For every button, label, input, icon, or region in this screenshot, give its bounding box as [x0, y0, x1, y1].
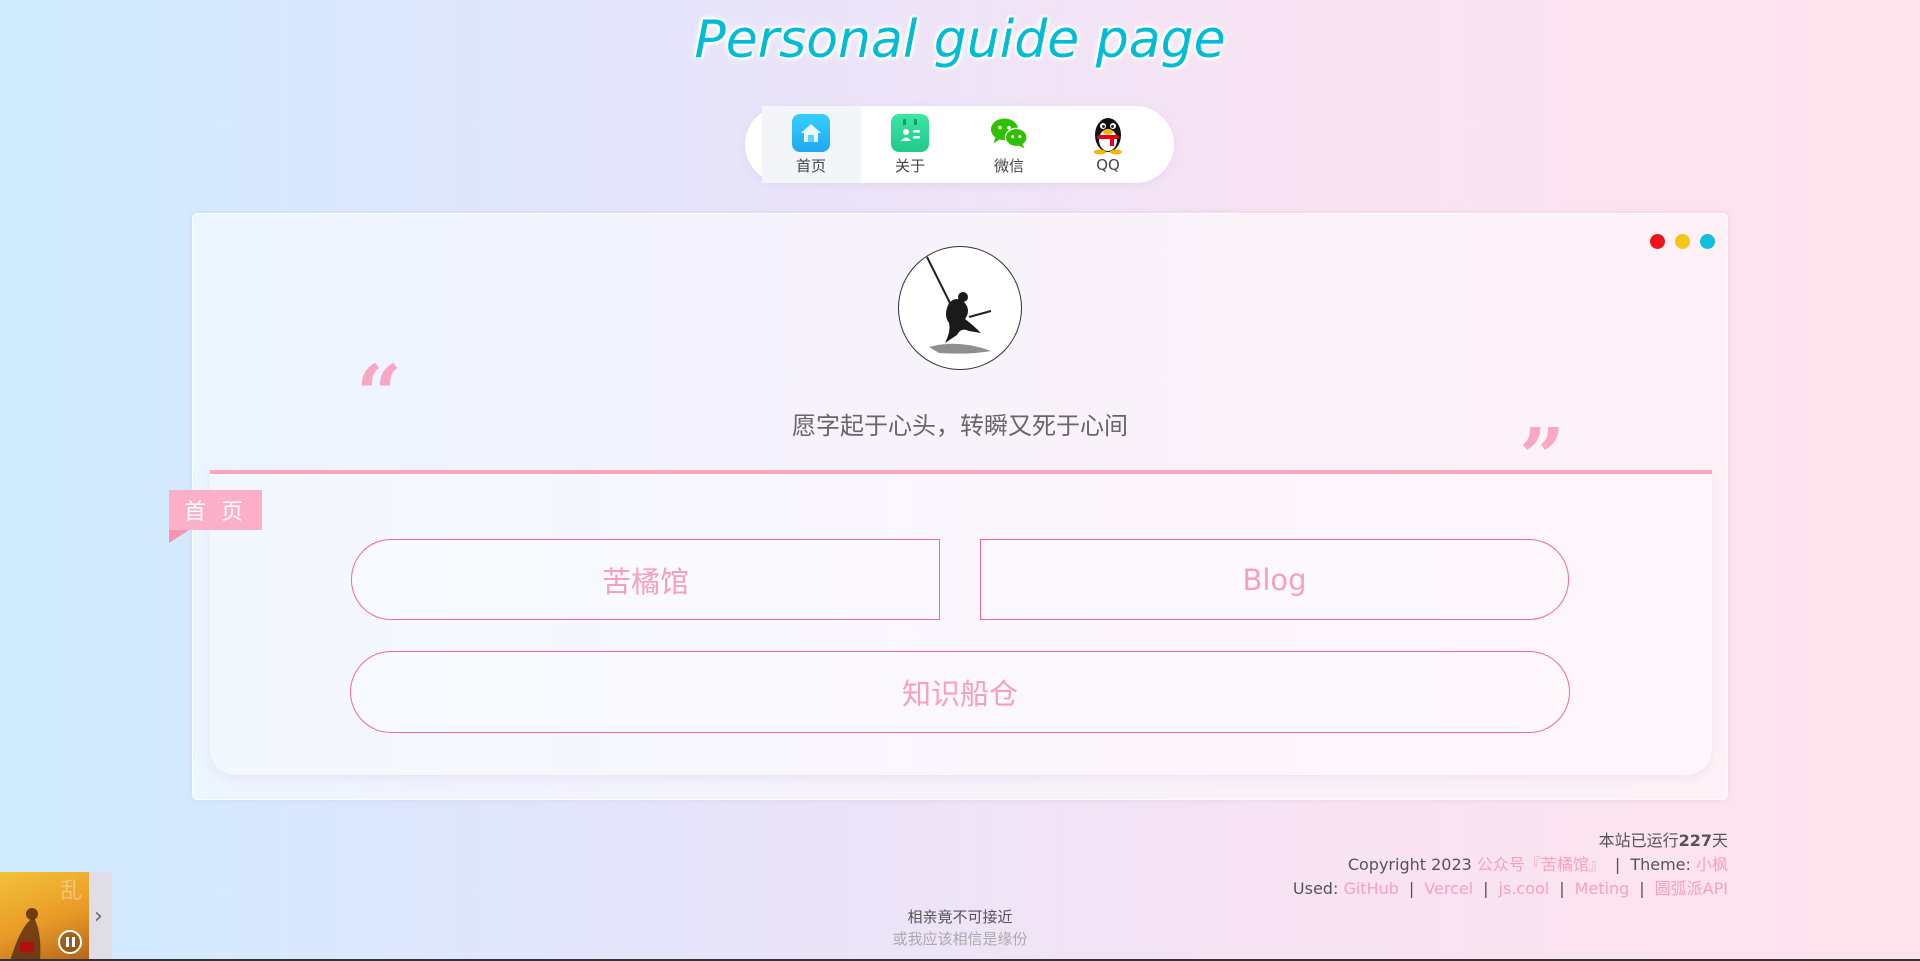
separator: |: [1559, 879, 1565, 898]
lyric-next: 或我应该相信是缘份: [892, 930, 1028, 948]
runtime-line: 本站已运行227天: [1599, 827, 1728, 851]
separator: |: [1483, 879, 1489, 898]
home-icon: [792, 113, 830, 152]
link-button-blog[interactable]: Blog: [980, 539, 1569, 620]
runtime-prefix: 本站已运行: [1598, 831, 1679, 850]
nav-label-qq: QQ: [1096, 156, 1120, 174]
link-button-knowledge[interactable]: 知识船仓: [350, 651, 1570, 733]
copyright-line: Copyright 2023 公众号『苦橘馆』 | Theme: 小枫: [1348, 851, 1728, 875]
runtime-days: 227: [1678, 831, 1712, 850]
page-title: Personal guide page: [694, 10, 1226, 70]
motto-text: 愿字起于心头，转瞬又死于心间: [792, 412, 1128, 440]
runtime-suffix: 天: [1711, 831, 1728, 850]
dot-red: [1650, 234, 1665, 249]
used-link-meting[interactable]: Meting: [1575, 879, 1630, 898]
used-link-jscool[interactable]: js.cool: [1499, 879, 1550, 898]
used-link-api[interactable]: 圆弧派API: [1655, 879, 1728, 898]
nav-item-home[interactable]: 首页: [761, 106, 861, 183]
nav-label-about: 关于: [894, 156, 925, 175]
wechat-icon: [990, 114, 1028, 152]
theme-link[interactable]: 小枫: [1696, 855, 1728, 874]
top-nav: 首页 关于 微信 QQ: [745, 106, 1174, 183]
chevron-right-icon[interactable]: ›: [94, 904, 103, 929]
window-dots: [1650, 234, 1715, 249]
calendar-profile-icon: [891, 113, 929, 152]
separator: |: [1639, 879, 1645, 898]
avatar[interactable]: [898, 246, 1022, 370]
used-label: Used:: [1292, 879, 1339, 898]
music-player: 乱 ›: [0, 872, 112, 961]
nav-item-wechat[interactable]: 微信: [960, 106, 1059, 183]
theme-label: Theme:: [1630, 855, 1691, 874]
dot-yellow: [1675, 234, 1690, 249]
link-button-kujuguan[interactable]: 苦橘馆: [351, 539, 940, 620]
used-link-github[interactable]: GitHub: [1343, 879, 1398, 898]
nav-item-qq[interactable]: QQ: [1059, 106, 1158, 183]
section-ribbon: 首 页: [169, 490, 262, 543]
lyric-current: 相亲竟不可接近: [907, 908, 1013, 926]
separator: |: [1614, 855, 1621, 874]
used-link-vercel[interactable]: Vercel: [1424, 879, 1473, 898]
pause-button[interactable]: [58, 930, 82, 954]
nav-label-home: 首页: [795, 156, 826, 175]
copyright-prefix: Copyright 2023: [1347, 855, 1472, 874]
separator: |: [1408, 879, 1415, 898]
album-cover[interactable]: 乱: [0, 872, 89, 961]
nav-item-about[interactable]: 关于: [861, 106, 960, 183]
qq-penguin-icon: [1089, 115, 1127, 155]
svg-text:乱: 乱: [60, 879, 82, 904]
nav-label-wechat: 微信: [993, 156, 1024, 175]
copyright-link[interactable]: 公众号『苦橘馆』: [1477, 855, 1605, 874]
used-line: Used: GitHub | Vercel | js.cool | Meting | 圆弧派AP…: [1293, 875, 1728, 899]
dot-cyan: [1700, 234, 1715, 249]
